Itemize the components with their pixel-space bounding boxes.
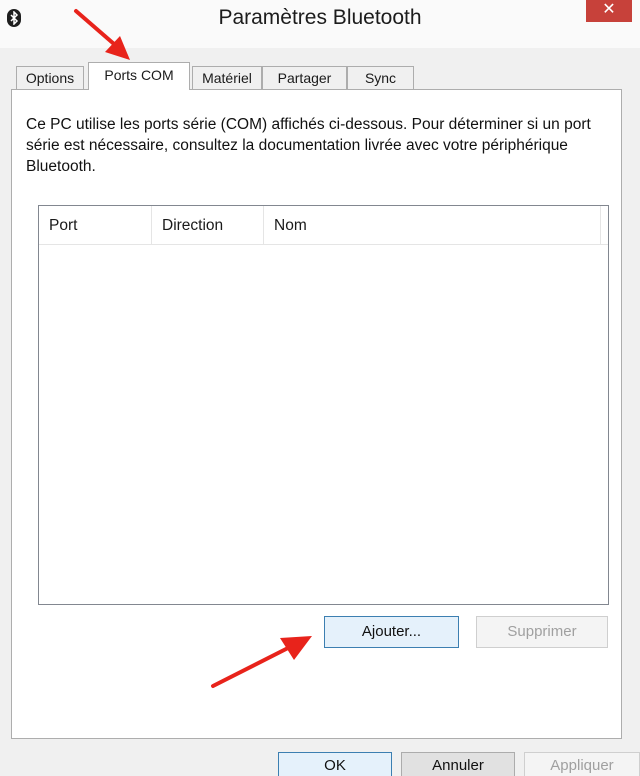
tab-ports-com-label: Ports COM xyxy=(104,67,174,83)
tab-materiel-label: Matériel xyxy=(202,70,252,86)
tab-ports-com[interactable]: Ports COM xyxy=(88,62,190,90)
cancel-button-label: Annuler xyxy=(432,757,484,774)
tab-partager[interactable]: Partager xyxy=(262,66,347,89)
tab-sync-label: Sync xyxy=(364,70,397,86)
bluetooth-settings-dialog: Paramètres Bluetooth ✕ Options Ports COM… xyxy=(0,0,640,776)
column-header-direction[interactable]: Direction xyxy=(152,206,264,244)
column-header-port-label: Port xyxy=(49,217,78,234)
tab-sync[interactable]: Sync xyxy=(347,66,414,89)
remove-button-label: Supprimer xyxy=(507,623,577,640)
tab-options-label: Options xyxy=(25,70,75,86)
ok-button-label: OK xyxy=(324,757,346,774)
add-button[interactable]: Ajouter... xyxy=(324,616,459,648)
list-header: Port Direction Nom xyxy=(39,206,608,245)
column-header-port[interactable]: Port xyxy=(39,206,152,244)
apply-button-label: Appliquer xyxy=(550,757,614,774)
remove-button[interactable]: Supprimer xyxy=(476,616,608,648)
add-button-label: Ajouter... xyxy=(361,623,422,640)
description-text: Ce PC utilise les ports série (COM) affi… xyxy=(26,116,591,175)
annotation-arrow-add xyxy=(211,636,312,688)
cancel-button[interactable]: Annuler xyxy=(401,752,515,776)
close-button[interactable]: ✕ xyxy=(586,0,632,22)
close-icon: ✕ xyxy=(602,1,616,18)
ok-button[interactable]: OK xyxy=(278,752,392,776)
tab-partager-label: Partager xyxy=(277,70,332,86)
column-header-nom[interactable]: Nom xyxy=(264,206,601,244)
annotation-arrow-tab xyxy=(74,9,130,60)
apply-button[interactable]: Appliquer xyxy=(524,752,640,776)
column-header-direction-label: Direction xyxy=(162,217,224,234)
tab-options[interactable]: Options xyxy=(16,66,84,89)
com-ports-list[interactable]: Port Direction Nom xyxy=(38,205,609,605)
tab-materiel[interactable]: Matériel xyxy=(192,66,262,89)
column-header-nom-label: Nom xyxy=(274,217,307,234)
